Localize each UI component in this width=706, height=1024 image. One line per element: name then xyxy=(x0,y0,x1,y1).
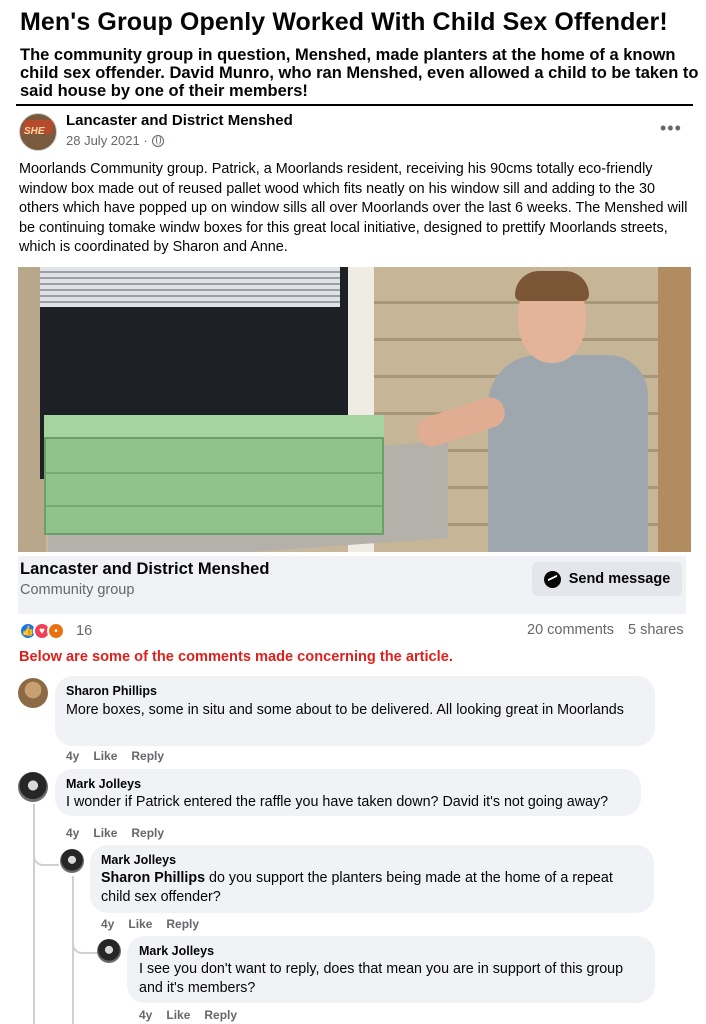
avatar-text: SHE xyxy=(24,126,45,137)
reply-button[interactable]: Reply xyxy=(204,1008,237,1022)
reply-button[interactable]: Reply xyxy=(131,826,164,840)
thread-line xyxy=(33,804,35,1024)
page-avatar[interactable]: SHE xyxy=(19,113,57,151)
editor-note: Below are some of the comments made conc… xyxy=(19,649,453,665)
headline: Men's Group Openly Worked With Child Sex… xyxy=(20,8,668,36)
photo-person-shirt xyxy=(488,355,648,552)
photo-person-hair xyxy=(515,271,589,301)
comment-actions: 4y Like Reply xyxy=(66,749,164,763)
send-message-label: Send message xyxy=(568,571,671,587)
comment-time: 4y xyxy=(66,826,80,840)
more-options-icon[interactable]: ••• xyxy=(660,118,682,139)
reactions[interactable]: 👍 ♥ • xyxy=(19,622,65,640)
comment-actions: 4y Like Reply xyxy=(66,826,164,840)
page-card-name[interactable]: Lancaster and District Menshed xyxy=(20,560,269,579)
comment-time: 4y xyxy=(101,917,115,931)
thread-connector xyxy=(72,930,98,954)
page-card-type: Community group xyxy=(20,582,135,598)
photo-planter-box xyxy=(44,415,384,535)
messenger-icon xyxy=(543,570,561,588)
avatar[interactable] xyxy=(18,772,48,802)
globe-icon xyxy=(151,134,164,147)
like-button[interactable]: Like xyxy=(93,749,117,763)
reply-button[interactable]: Reply xyxy=(166,917,199,931)
post-text: Moorlands Community group. Patrick, a Mo… xyxy=(19,161,688,255)
post-date[interactable]: 28 July 2021 · xyxy=(66,133,148,148)
angry-icon: • xyxy=(47,622,65,640)
comment-text: I wonder if Patrick entered the raffle y… xyxy=(66,794,609,810)
planter-board xyxy=(46,505,382,507)
comment-time: 4y xyxy=(66,749,80,763)
comment-text: I see you don't want to reply, does that… xyxy=(139,961,624,996)
comment-actions: 4y Like Reply xyxy=(139,1008,237,1022)
comment-author[interactable]: Mark Jolleys xyxy=(66,777,141,791)
thread-connector xyxy=(33,842,59,866)
comment-author[interactable]: Mark Jolleys xyxy=(139,944,214,958)
post-meta: 28 July 2021 · xyxy=(66,133,164,148)
comment-time: 4y xyxy=(139,1008,153,1022)
avatar[interactable] xyxy=(60,849,84,873)
like-button[interactable]: Like xyxy=(128,917,152,931)
reply-button[interactable]: Reply xyxy=(131,749,164,763)
send-message-button[interactable]: Send message xyxy=(532,562,682,596)
reaction-count[interactable]: 16 xyxy=(76,623,92,639)
photo-blind xyxy=(40,267,340,307)
post-author[interactable]: Lancaster and District Menshed xyxy=(66,112,293,129)
subheadline: The community group in question, Menshed… xyxy=(20,46,699,100)
planter-board xyxy=(46,472,382,474)
mention-link[interactable]: Sharon Phillips xyxy=(101,870,205,886)
photo-door xyxy=(658,267,691,552)
avatar[interactable] xyxy=(97,939,121,963)
like-button[interactable]: Like xyxy=(166,1008,190,1022)
like-button[interactable]: Like xyxy=(93,826,117,840)
comment-text: Sharon Phillips do you support the plant… xyxy=(101,869,646,907)
comment-text: More boxes, some in situ and some about … xyxy=(66,702,624,718)
post-photo[interactable] xyxy=(18,267,691,552)
comment-author[interactable]: Sharon Phillips xyxy=(66,684,157,698)
comment-author[interactable]: Mark Jolleys xyxy=(101,853,176,867)
shares-count[interactable]: 5 shares xyxy=(628,622,684,638)
comments-count[interactable]: 20 comments xyxy=(527,622,614,638)
divider xyxy=(16,104,693,106)
comment-actions: 4y Like Reply xyxy=(101,917,199,931)
avatar[interactable] xyxy=(18,678,48,708)
